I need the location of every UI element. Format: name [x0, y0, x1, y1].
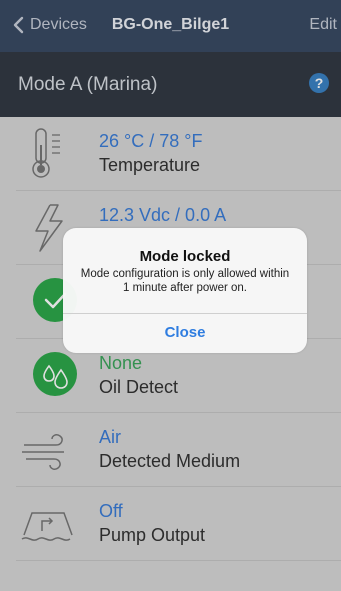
close-button[interactable]: Close [63, 313, 307, 353]
alert-title: Mode locked [139, 248, 231, 265]
app-screen: Devices BG-One_Bilge1 Edit Mode A (Marin… [0, 0, 341, 591]
alert-message: Mode configuration is only allowed withi… [80, 268, 290, 294]
alert-dialog: Mode locked Mode configuration is only a… [63, 228, 307, 353]
